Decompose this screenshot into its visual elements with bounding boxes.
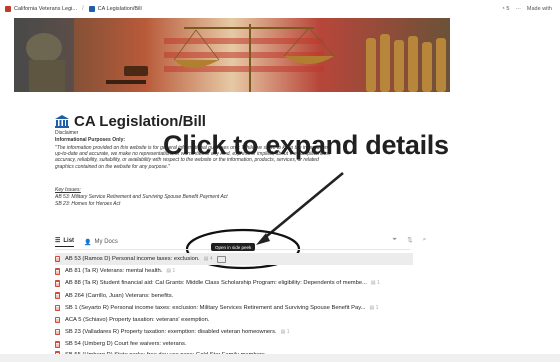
- tab-list-label: List: [63, 237, 75, 244]
- document-icon: [55, 292, 60, 299]
- list-item-title: AB 53 (Ramos D) Personal income taxes: e…: [65, 256, 200, 263]
- annotation-arrow: [261, 171, 344, 242]
- document-icon: [55, 280, 60, 287]
- open-side-peek-button[interactable]: [216, 255, 226, 263]
- document-icon: [55, 316, 60, 324]
- tab-my-docs-label: My Docs: [94, 239, 118, 245]
- sort-icon[interactable]: ⇅: [407, 236, 412, 244]
- comment-count: ▤ 1: [280, 329, 290, 336]
- comment-count: ▤ 4: [203, 256, 213, 263]
- view-tabs: ☰ List 👤 My Docs: [55, 237, 118, 247]
- comment-count: ▤ 1: [166, 268, 176, 275]
- list-item-title: ACA 5 (Schiavo) Property taxation: veter…: [65, 317, 210, 324]
- list-item[interactable]: ACA 5 (Schiavo) Property taxation: veter…: [55, 314, 413, 326]
- list-item[interactable]: AB 53 (Ramos D) Personal income taxes: e…: [55, 253, 413, 266]
- filter-icon[interactable]: ⏷: [392, 236, 397, 244]
- list-item[interactable]: SB 54 (Umberg D) Court fee waivers: vete…: [55, 338, 413, 350]
- document-icon: [55, 268, 60, 275]
- comment-count-value: 1: [377, 280, 380, 287]
- comment-count-value: 4: [209, 256, 213, 263]
- list-icon: ☰: [55, 238, 61, 244]
- person-icon: 👤: [84, 239, 92, 246]
- document-icon: [55, 304, 60, 312]
- bill-list: AB 53 (Ramos D) Personal income taxes: e…: [55, 253, 413, 359]
- tab-my-docs[interactable]: 👤 My Docs: [84, 239, 118, 246]
- search-icon[interactable]: ⌕: [423, 236, 427, 244]
- comment-count-value: 1: [375, 304, 379, 311]
- list-item[interactable]: AB 264 (Carrillo, Juan) Veterans: benefi…: [55, 290, 413, 302]
- document-icon: [55, 255, 60, 263]
- list-item-title: SB 54 (Umberg D) Court fee waivers: vete…: [65, 341, 187, 348]
- tab-list[interactable]: ☰ List: [55, 237, 75, 247]
- list-item-title: AB 81 (Ta R) Veterans: mental health.: [65, 268, 163, 275]
- list-item-title: AB 88 (Ta R) Student financial aid: Cal …: [65, 280, 367, 287]
- document-icon: [55, 328, 60, 336]
- view-toolbar: ⏷ ⇅ ⌕: [392, 236, 426, 244]
- list-item[interactable]: AB 88 (Ta R) Student financial aid: Cal …: [55, 277, 413, 289]
- list-item[interactable]: SB 23 (Valladares R) Property taxation: …: [55, 326, 413, 338]
- comment-count: ▤ 1: [369, 304, 379, 311]
- list-item[interactable]: AB 81 (Ta R) Veterans: mental health. ▤ …: [55, 265, 413, 277]
- bottom-bar: [0, 354, 560, 362]
- comment-count-value: 1: [286, 329, 290, 336]
- comment-count: ▤ 1: [370, 280, 380, 287]
- list-item[interactable]: SB 1 (Seyarto R) Personal income taxes: …: [55, 302, 413, 314]
- side-peek-tooltip: Open in side peek: [211, 243, 256, 251]
- list-item-title: AB 264 (Carrillo, Juan) Veterans: benefi…: [65, 292, 174, 299]
- list-item-title: SB 1 (Seyarto R) Personal income taxes: …: [65, 304, 366, 311]
- list-item-title: SB 23 (Valladares R) Property taxation: …: [65, 329, 277, 336]
- document-icon: [55, 341, 60, 348]
- comment-count-value: 1: [172, 268, 176, 275]
